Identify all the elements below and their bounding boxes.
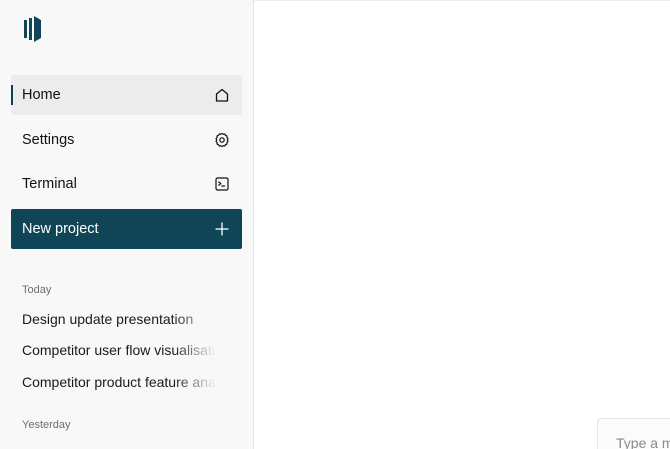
- plus-icon: [214, 221, 230, 237]
- sidebar-item-label: Settings: [22, 132, 75, 148]
- history-item[interactable]: Competitor user flow visualisation: [22, 342, 216, 358]
- section-label-today: Today: [22, 284, 52, 296]
- sidebar-item-home[interactable]: Home: [11, 75, 242, 115]
- terminal-icon: [214, 176, 230, 192]
- sidebar-item-label: Terminal: [22, 176, 77, 192]
- sidebar: Home Settings Terminal New project Today…: [0, 0, 254, 449]
- main-content: [254, 0, 670, 449]
- new-project-label: New project: [22, 221, 99, 237]
- app-window: Home Settings Terminal New project Today…: [0, 0, 670, 449]
- section-label-yesterday: Yesterday: [22, 419, 71, 431]
- new-project-button[interactable]: New project: [11, 209, 242, 249]
- brand-logo-icon[interactable]: [24, 16, 44, 42]
- history-item[interactable]: Design update presentation: [22, 311, 216, 327]
- gear-icon: [214, 132, 230, 148]
- sidebar-item-terminal[interactable]: Terminal: [11, 164, 242, 204]
- message-input[interactable]: [616, 435, 670, 449]
- sidebar-item-settings[interactable]: Settings: [11, 120, 242, 160]
- home-icon: [214, 87, 230, 103]
- history-item[interactable]: Competitor product feature analysis: [22, 374, 216, 390]
- message-composer[interactable]: [597, 418, 670, 449]
- sidebar-item-label: Home: [22, 87, 61, 103]
